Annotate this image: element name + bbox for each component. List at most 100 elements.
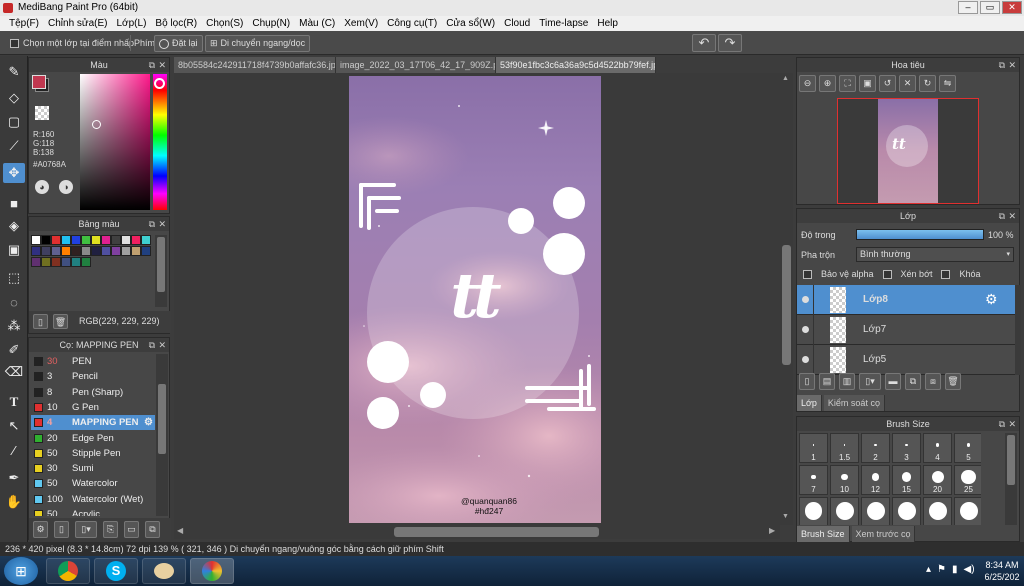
brush-settings-gear-icon[interactable]: ⚙ xyxy=(144,415,153,430)
palette-swatch[interactable] xyxy=(71,246,81,256)
palette-swatch[interactable] xyxy=(141,235,151,245)
palette-swatch[interactable] xyxy=(81,257,91,267)
brush-size-scrollbar[interactable] xyxy=(1005,433,1017,525)
new-palette-button[interactable]: ▯ xyxy=(33,314,48,329)
brush-size-cell[interactable] xyxy=(799,497,828,525)
palette-swatch[interactable] xyxy=(81,235,91,245)
fit-window-button[interactable]: ⛶ xyxy=(839,75,856,92)
scroll-left-icon[interactable]: ◀ xyxy=(177,526,183,535)
tab-layer[interactable]: Lớp xyxy=(797,395,822,411)
scroll-down-icon[interactable]: ▼ xyxy=(782,513,789,520)
color-picker-button[interactable]: ◑ xyxy=(59,180,73,194)
brush-size-cell[interactable]: 7 xyxy=(799,465,828,495)
palette-swatch[interactable] xyxy=(41,235,51,245)
palette-swatch[interactable] xyxy=(51,235,61,245)
new-brush-button[interactable]: ▯ xyxy=(54,521,69,538)
brush-settings-button[interactable]: ⚙ xyxy=(33,521,48,538)
clipping-checkbox[interactable] xyxy=(882,269,892,279)
clock-time[interactable]: 8:34 AM xyxy=(980,559,1024,571)
brush-tool[interactable]: ✎ xyxy=(3,62,25,82)
maximize-button[interactable]: ▭ xyxy=(980,1,1000,14)
close-panel-icon[interactable]: ✕ xyxy=(1008,209,1016,223)
layer-settings-gear-icon[interactable]: ⚙ xyxy=(985,291,998,308)
tab-brush-size[interactable]: Brush Size xyxy=(797,526,850,542)
rotate-left-button[interactable]: ↺ xyxy=(879,75,896,92)
palette-swatch[interactable] xyxy=(91,246,101,256)
brush-list-item[interactable]: 10 G Pen xyxy=(31,400,155,415)
hue-handle[interactable] xyxy=(154,78,165,89)
visibility-icon[interactable] xyxy=(802,356,809,363)
brush-size-cell[interactable]: 15 xyxy=(892,465,921,495)
brush-size-cell[interactable] xyxy=(923,497,952,525)
artwork-canvas[interactable]: tt @quanquan86 #hđ247 xyxy=(349,76,601,523)
lasso-tool[interactable]: ◌ xyxy=(3,292,25,312)
canvas-vertical-scrollbar[interactable]: ▲ ▼ xyxy=(780,73,793,525)
brush-list-item[interactable]: 50 Acrylic xyxy=(31,507,155,516)
menu-window[interactable]: Cửa sổ(W) xyxy=(443,16,501,31)
scroll-right-icon[interactable]: ▶ xyxy=(769,526,775,535)
select-eraser-tool[interactable]: ⌫ xyxy=(3,362,25,382)
gradient-tool[interactable]: ▣ xyxy=(3,240,25,260)
menu-timelapse[interactable]: Time-lapse xyxy=(536,16,594,31)
popout-icon[interactable]: ⧉ xyxy=(999,58,1005,72)
vertical-scroll-thumb[interactable] xyxy=(782,245,791,365)
flip-button[interactable]: ⇋ xyxy=(939,75,956,92)
scroll-up-icon[interactable]: ▲ xyxy=(782,75,789,82)
merge-down-button[interactable]: ⧈ xyxy=(925,373,941,390)
start-button[interactable]: ⊞ xyxy=(4,557,38,585)
palette-swatch[interactable] xyxy=(71,235,81,245)
opacity-slider[interactable] xyxy=(856,229,984,240)
brush-size-cell[interactable]: 20 xyxy=(923,465,952,495)
palette-swatch[interactable] xyxy=(31,257,41,267)
menu-cloud[interactable]: Cloud xyxy=(501,16,536,31)
zoom-out-button[interactable]: ⊖ xyxy=(799,75,816,92)
brush-size-cell[interactable]: 3 xyxy=(892,433,921,463)
delete-layer-button[interactable]: 🗑 xyxy=(945,373,961,390)
fill-rect-tool[interactable]: ■ xyxy=(3,193,25,213)
taskbar-chrome[interactable] xyxy=(46,558,90,584)
undo-button[interactable]: ↶ xyxy=(692,34,716,52)
brush-list-item[interactable]: 30 PEN xyxy=(31,354,155,369)
palette-swatch[interactable] xyxy=(131,235,141,245)
brush-scrollbar[interactable] xyxy=(156,354,168,516)
folder-button[interactable]: ▭ xyxy=(124,521,139,538)
tray-chevron-icon[interactable]: ▴ xyxy=(926,564,931,575)
reset-view-button[interactable]: ✕ xyxy=(899,75,916,92)
popout-icon[interactable]: ⧉ xyxy=(999,209,1005,223)
select-rect-tool[interactable]: ⬚ xyxy=(3,268,25,288)
menu-edit[interactable]: Chỉnh sửa(E) xyxy=(45,16,114,31)
close-panel-icon[interactable]: ✕ xyxy=(158,217,166,231)
rotate-right-button[interactable]: ↻ xyxy=(919,75,936,92)
palette-swatch[interactable] xyxy=(121,246,131,256)
taskbar-skype[interactable]: S xyxy=(94,558,138,584)
new-layer-button[interactable]: ▯ xyxy=(799,373,815,390)
hand-tool[interactable]: ✋ xyxy=(3,492,25,512)
copy-brush-button[interactable]: ⎘ xyxy=(103,521,118,538)
network-icon[interactable]: ▮ xyxy=(952,564,958,575)
menu-file[interactable]: Tệp(F) xyxy=(6,16,45,31)
select-pen-tool[interactable]: ✐ xyxy=(3,340,25,360)
popout-icon[interactable]: ⧉ xyxy=(149,58,155,72)
duplicate-layer-button[interactable]: ⧉ xyxy=(905,373,921,390)
brush-size-cell[interactable] xyxy=(830,497,859,525)
menu-view[interactable]: Xem(V) xyxy=(341,16,384,31)
tab-brush-control[interactable]: Kiểm soát cọ xyxy=(823,395,885,411)
close-panel-icon[interactable]: ✕ xyxy=(1008,58,1016,72)
brush-size-cell[interactable]: 1 xyxy=(799,433,828,463)
tab-brush-preview[interactable]: Xem trước cọ xyxy=(851,526,916,542)
palette-swatch[interactable] xyxy=(91,235,101,245)
palette-swatch[interactable] xyxy=(51,257,61,267)
close-panel-icon[interactable]: ✕ xyxy=(158,338,166,352)
brush-list-item[interactable]: 3 Pencil xyxy=(31,369,155,384)
menu-capture[interactable]: Chụp(N) xyxy=(249,16,296,31)
add-brush-menu[interactable]: ▯▾ xyxy=(75,521,97,538)
reset-button[interactable]: Đặt lại xyxy=(154,35,203,52)
shape-tool[interactable]: ▢ xyxy=(3,112,25,132)
palette-swatch[interactable] xyxy=(51,246,61,256)
visibility-icon[interactable] xyxy=(802,296,809,303)
popout-icon[interactable]: ⧉ xyxy=(999,417,1005,431)
select-layer-checkbox[interactable] xyxy=(10,38,19,48)
menu-select[interactable]: Chọn(S) xyxy=(203,16,249,31)
saturation-value-field[interactable] xyxy=(80,74,150,210)
layer-row[interactable]: Lớp5 xyxy=(797,345,1015,375)
